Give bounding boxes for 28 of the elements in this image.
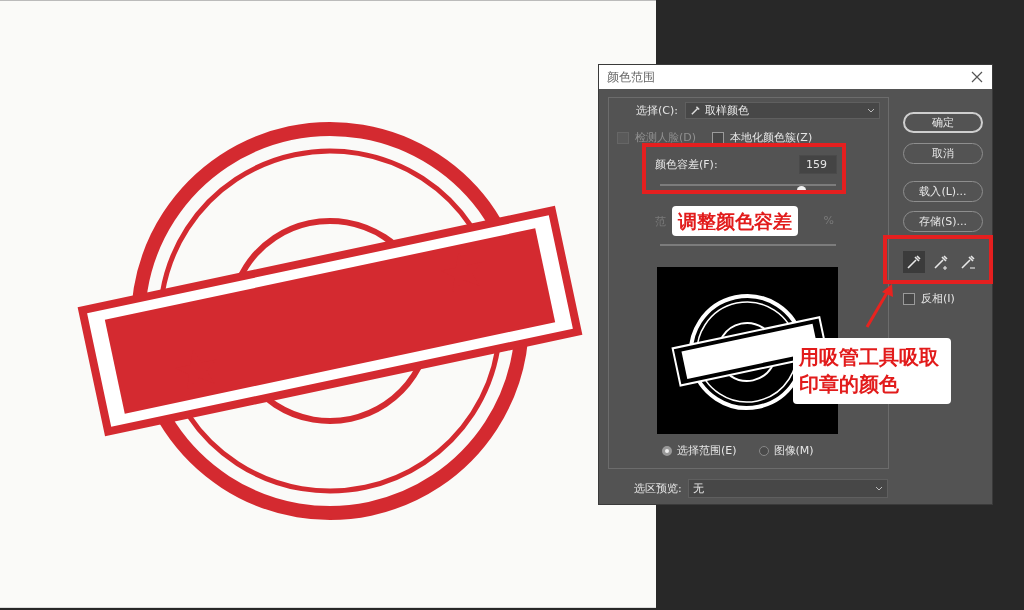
checkbox[interactable]	[712, 131, 725, 144]
fuzziness-field[interactable]: 159	[799, 155, 837, 174]
eyedropper-icon	[690, 105, 701, 116]
dialog-button[interactable]: 确定	[903, 112, 983, 133]
selection-preview-label: 选区预览:	[634, 481, 682, 496]
arrow-icon	[864, 283, 896, 329]
percent-label: %	[823, 214, 834, 229]
dialog-title: 颜色范围	[607, 68, 655, 86]
radio-label: 图像(M)	[773, 443, 814, 458]
checkbox-label: 反相(I)	[921, 291, 955, 306]
eyedropper-icon[interactable]	[903, 251, 925, 273]
caret-icon	[875, 486, 883, 491]
callout-label: 用吸管工具吸取印章的颜色	[793, 338, 951, 404]
radio-label: 选择范围(E)	[677, 443, 737, 458]
close-icon[interactable]	[971, 71, 983, 83]
dialog-button[interactable]: 取消	[903, 143, 983, 164]
callout-label: 调整颜色容差	[672, 206, 798, 236]
radio-button[interactable]	[662, 445, 672, 456]
selection-preview-dropdown[interactable]: 无	[687, 479, 888, 498]
caret-icon	[867, 108, 875, 113]
fuzziness-label: 颜色容差(F):	[655, 157, 718, 172]
select-label: 选择(C):	[636, 103, 678, 118]
checkbox-label: 本地化颜色簇(Z)	[730, 130, 813, 145]
radio-button[interactable]	[758, 445, 769, 456]
select-dropdown[interactable]: 取样颜色	[685, 102, 880, 119]
dialog-button[interactable]: 载入(L)...	[903, 181, 983, 202]
checkbox[interactable]	[903, 292, 915, 305]
dialog-button[interactable]: 存储(S)...	[903, 211, 983, 232]
